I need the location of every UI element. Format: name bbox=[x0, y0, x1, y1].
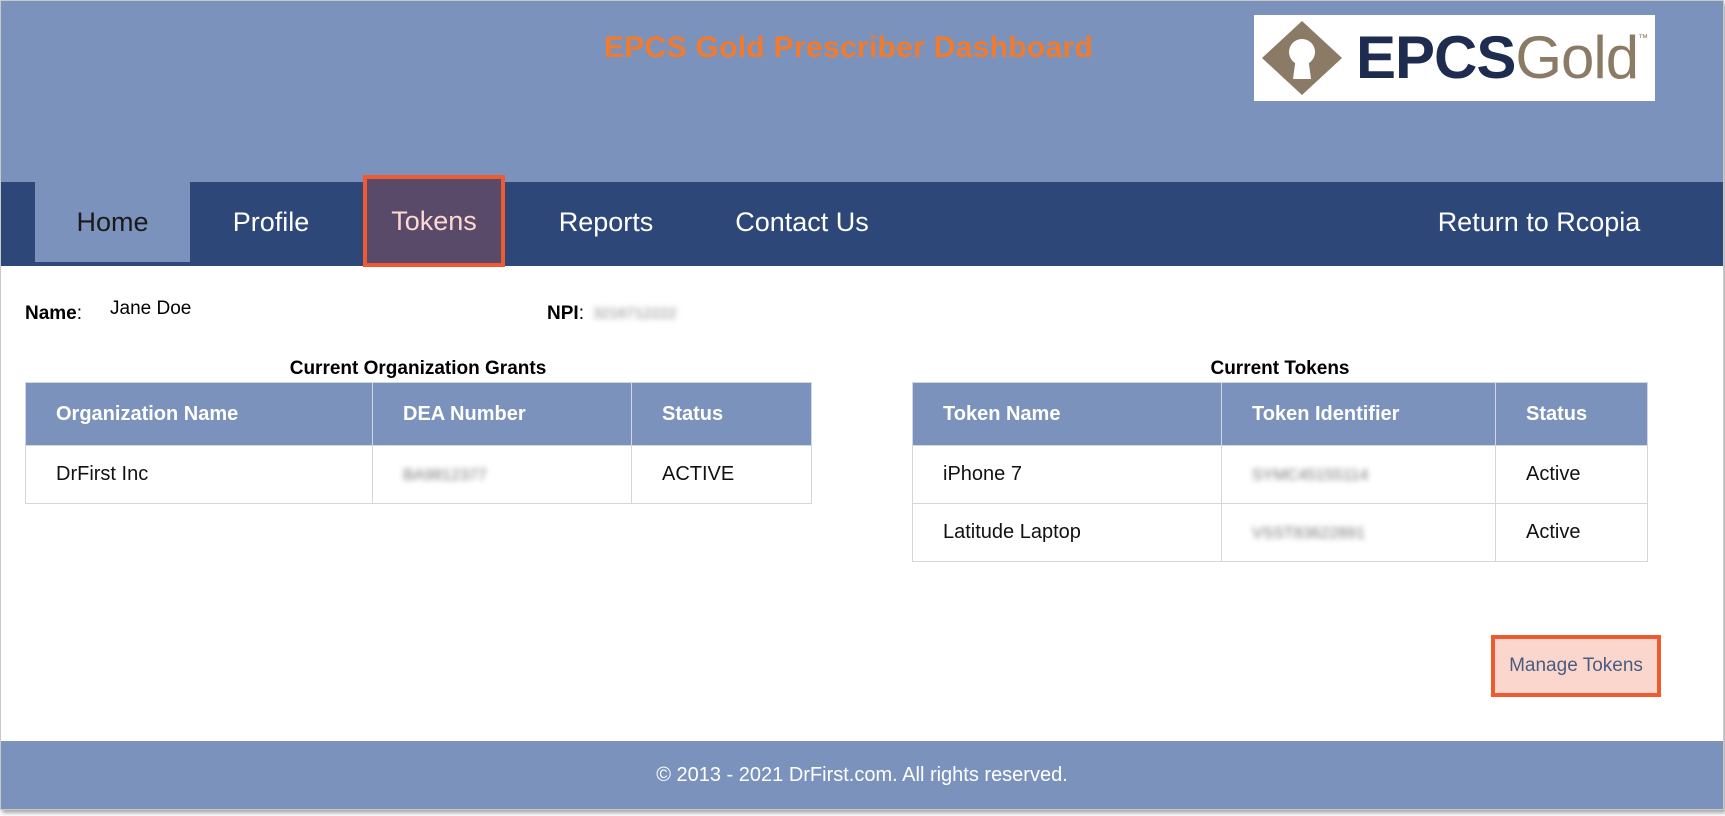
nav-return-to-rcopia[interactable]: Return to Rcopia bbox=[1419, 182, 1659, 262]
tokens-col-identifier: Token Identifier bbox=[1221, 382, 1496, 446]
nav-tokens[interactable]: Tokens bbox=[363, 175, 505, 267]
tokens-title: Current Tokens bbox=[1210, 358, 1350, 379]
manage-tokens-button[interactable]: Manage Tokens bbox=[1491, 635, 1661, 697]
grants-col-status: Status bbox=[631, 382, 812, 446]
token-status: Active bbox=[1495, 503, 1648, 562]
tokens-table: Token Name Token Identifier Status iPhon… bbox=[912, 382, 1648, 562]
token-identifier: VSST83622891 bbox=[1221, 503, 1496, 562]
name-value: Jane Doe bbox=[110, 298, 192, 319]
grant-dea-number: BA9812377 bbox=[372, 445, 632, 504]
main-nav: Home Profile Tokens Reports Contact Us R… bbox=[1, 175, 1723, 267]
grants-col-dea: DEA Number bbox=[372, 382, 632, 446]
logo-wordmark: EPCSGold™ bbox=[1356, 24, 1648, 91]
dashboard-title: EPCS Gold Prescriber Dashboard bbox=[604, 31, 1094, 64]
grant-status: ACTIVE bbox=[631, 445, 812, 504]
app-window: EPCS Gold Prescriber Dashboard EPCSGold™… bbox=[0, 0, 1724, 810]
table-row: DrFirst Inc BA9812377 ACTIVE bbox=[25, 445, 812, 504]
nav-contact-us[interactable]: Contact Us bbox=[727, 182, 877, 262]
nav-profile[interactable]: Profile bbox=[211, 182, 331, 262]
tokens-col-status: Status bbox=[1495, 382, 1648, 446]
nav-reports[interactable]: Reports bbox=[541, 182, 671, 262]
token-name: iPhone 7 bbox=[912, 445, 1222, 504]
grants-title: Current Organization Grants bbox=[289, 358, 547, 379]
grant-org-name: DrFirst Inc bbox=[25, 445, 373, 504]
table-row: iPhone 7 SYMC45155114 Active bbox=[912, 445, 1648, 504]
token-identifier: SYMC45155114 bbox=[1221, 445, 1496, 504]
npi-label: NPI: bbox=[547, 303, 584, 324]
grants-col-org: Organization Name bbox=[25, 382, 373, 446]
grants-table: Organization Name DEA Number Status DrFi… bbox=[25, 382, 812, 504]
nav-home[interactable]: Home bbox=[35, 182, 190, 262]
token-status: Active bbox=[1495, 445, 1648, 504]
epcs-gold-logo: EPCSGold™ bbox=[1254, 15, 1655, 101]
page-header: EPCS Gold Prescriber Dashboard EPCSGold™ bbox=[1, 1, 1723, 182]
token-name: Latitude Laptop bbox=[912, 503, 1222, 562]
keyhole-diamond-icon bbox=[1262, 21, 1342, 95]
name-label: Name: bbox=[25, 303, 83, 324]
table-row: Latitude Laptop VSST83622891 Active bbox=[912, 503, 1648, 562]
tokens-col-name: Token Name bbox=[912, 382, 1222, 446]
page-footer: © 2013 - 2021 DrFirst.com. All rights re… bbox=[1, 741, 1723, 809]
npi-value: 3216712222 bbox=[593, 305, 677, 322]
